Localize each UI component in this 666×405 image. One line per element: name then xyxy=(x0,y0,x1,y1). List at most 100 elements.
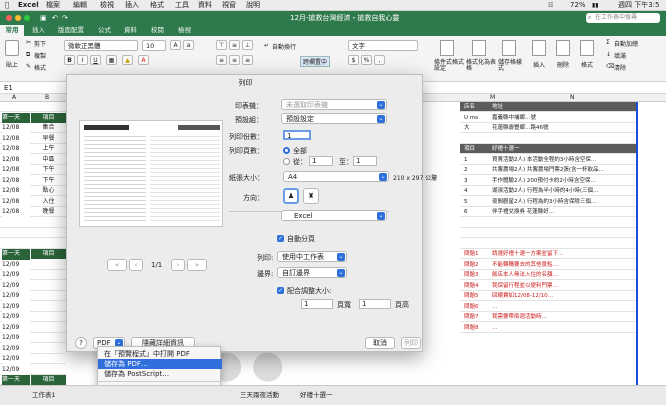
date-cell[interactable]: 12/08 xyxy=(2,165,30,175)
tab-page-layout[interactable]: 版面配置 xyxy=(58,25,84,36)
detail-cell[interactable]: 不能轉購要去的其他景點… xyxy=(492,260,636,270)
shrink-font-icon[interactable]: a xyxy=(183,40,194,50)
percent-icon[interactable]: % xyxy=(361,55,372,65)
item-cell[interactable]: 問題6 xyxy=(464,302,490,312)
table-row[interactable]: 5 夜間觀星2人) 行程為約3小時含保險三個… xyxy=(460,197,636,207)
cell-styles-icon[interactable] xyxy=(502,40,516,56)
align-bottom-icon[interactable]: ⊥ xyxy=(242,40,253,50)
sheet-tab-3[interactable]: 好禮十選一 xyxy=(300,389,333,399)
tab-home[interactable]: 常用 xyxy=(0,25,24,36)
col-n[interactable]: N xyxy=(570,94,575,102)
item-cell[interactable]: 1 xyxy=(464,155,490,165)
table-row[interactable] xyxy=(460,134,636,144)
portrait-orientation-icon[interactable]: ♟ xyxy=(283,188,299,204)
detail-cell[interactable]: 我保留行程並以便利門票… xyxy=(492,281,636,291)
date-cell[interactable]: 12/09 xyxy=(2,291,30,301)
borders-icon[interactable]: ▦ xyxy=(106,55,117,65)
align-right-icon[interactable]: ≡ xyxy=(242,55,253,65)
date-cell[interactable]: 12/09 xyxy=(2,343,30,354)
close-window-icon[interactable] xyxy=(6,15,12,21)
align-top-icon[interactable]: ⊤ xyxy=(216,40,227,50)
table-row[interactable]: 問題1 請選好禮十選一方案並留下… xyxy=(460,249,636,259)
table-row[interactable]: 1 買賣活動2人) 本活動全程約3小時含空保… xyxy=(460,155,636,165)
zoom-window-icon[interactable] xyxy=(24,15,30,21)
fit-tall-input[interactable]: 1 xyxy=(359,299,391,309)
group-cell[interactable]: 入住 xyxy=(31,197,66,207)
tab-data[interactable]: 資料 xyxy=(124,25,137,36)
date-cell[interactable]: 12/09 xyxy=(2,333,30,343)
font-name-select[interactable]: 微軟正黑體 xyxy=(64,40,138,51)
grow-font-icon[interactable]: A xyxy=(170,40,181,50)
date-cell[interactable]: 12/08 xyxy=(2,154,30,165)
align-middle-icon[interactable]: ≡ xyxy=(229,40,240,50)
date-cell[interactable]: 12/08 xyxy=(2,144,30,154)
item-cell[interactable]: 3 xyxy=(464,176,490,186)
item-cell[interactable]: 項目 xyxy=(464,144,490,154)
font-size-select[interactable]: 10 xyxy=(142,40,166,51)
group-cell[interactable]: 點心 xyxy=(31,186,66,196)
redo-icon[interactable]: ↷ xyxy=(62,11,68,25)
number-format-select[interactable]: 文字 xyxy=(348,40,418,51)
pdf-menu-item[interactable]: 儲存為 PDF… xyxy=(98,359,222,369)
table-row[interactable]: 第一天1209項目 xyxy=(0,249,66,269)
table-row[interactable]: 問題4 我保留行程並以便利門票… xyxy=(460,281,636,291)
detail-cell[interactable]: 飯店本人無法入住的名額… xyxy=(492,270,636,280)
align-center-icon[interactable]: ≡ xyxy=(229,55,240,65)
table-row[interactable]: 第一天12/08項目 xyxy=(0,112,66,133)
pages-all-radio[interactable] xyxy=(283,147,290,154)
date-cell[interactable]: 12/08 xyxy=(2,196,30,207)
detail-cell[interactable]: … xyxy=(492,302,636,312)
date-cell[interactable]: 12/09 xyxy=(2,364,30,375)
table-row[interactable]: 12/09 xyxy=(0,259,66,270)
table-row[interactable]: 12/08 下午 xyxy=(0,175,66,186)
table-row[interactable]: 問題6… xyxy=(460,302,636,312)
date-cell[interactable]: 12/09 xyxy=(2,280,30,291)
item-cell[interactable]: 4 xyxy=(464,186,490,196)
table-row[interactable]: 12/08 集合 xyxy=(0,123,66,133)
print-what-select[interactable]: 使用中工作表 ⌄ xyxy=(277,251,347,262)
item-cell[interactable]: 問題7 xyxy=(464,312,490,322)
delete-cells-label[interactable]: 刪除 xyxy=(557,60,569,69)
search-box[interactable]: ⌕ 在工作表中搜尋 xyxy=(586,13,660,23)
menu-help[interactable]: 說明 xyxy=(246,0,260,11)
underline-button[interactable]: U xyxy=(90,55,101,65)
font-color-icon[interactable]: A xyxy=(138,55,149,65)
item-cell[interactable]: 6 xyxy=(464,207,490,217)
table-row[interactable] xyxy=(0,102,66,112)
table-row[interactable]: 12/08 上午 xyxy=(0,144,66,154)
format-cells-icon[interactable] xyxy=(580,40,594,56)
table-row[interactable]: 12/08 入住 xyxy=(0,196,66,207)
next-page-button[interactable]: › xyxy=(171,259,185,271)
table-row[interactable]: 12/09 xyxy=(0,270,66,280)
format-table-icon[interactable] xyxy=(472,40,486,56)
table-row[interactable]: 12/09 xyxy=(0,280,66,291)
table-row[interactable] xyxy=(0,228,66,238)
app-name[interactable]: Excel xyxy=(18,0,39,11)
table-row[interactable]: 12/09 xyxy=(0,322,66,333)
fill-color-icon[interactable]: ▲ xyxy=(122,55,133,65)
format-cells-label[interactable]: 格式 xyxy=(581,60,593,69)
group-cell[interactable]: 下午 xyxy=(31,165,66,175)
date-cell[interactable]: 12/08 xyxy=(2,123,30,133)
detail-cell[interactable]: 伴手禮兌換券 花蓮縣好… xyxy=(492,207,636,217)
table-row[interactable] xyxy=(0,218,66,228)
table-row[interactable]: 3 手作體驗2人) 200預付卡約2小時含空保… xyxy=(460,176,636,186)
paste-icon[interactable] xyxy=(5,40,19,56)
item-cell[interactable]: 問題5 xyxy=(464,291,490,301)
detail-cell[interactable]: 買賣活動2人) 本活動全程約3小時含空保… xyxy=(492,155,636,165)
date-cell[interactable]: 12/09 xyxy=(2,259,30,270)
pdf-menu-item[interactable]: 在「預覽程式」中打開 PDF xyxy=(98,349,222,359)
col-a[interactable]: A xyxy=(12,94,16,102)
date-cell[interactable]: 12/09 xyxy=(2,270,30,280)
date-cell[interactable]: 12/09 xyxy=(2,322,30,333)
detail-cell[interactable]: 地址 xyxy=(492,102,636,112)
menu-tools[interactable]: 工具 xyxy=(175,0,189,11)
bold-button[interactable]: B xyxy=(64,55,75,65)
table-row[interactable]: 問題5 回饋費如12/08-12/10… xyxy=(460,291,636,301)
cut-icon[interactable]: ✂ xyxy=(26,39,31,46)
group-cell[interactable]: 項目 xyxy=(31,249,66,259)
margins-select[interactable]: 自訂邊界 ⌄ xyxy=(277,267,347,278)
table-row[interactable]: 大花蓮縣壽豐鄉…路46號 xyxy=(460,123,636,133)
pages-from-input[interactable]: 1 xyxy=(309,156,333,166)
insert-cells-label[interactable]: 插入 xyxy=(533,60,545,69)
